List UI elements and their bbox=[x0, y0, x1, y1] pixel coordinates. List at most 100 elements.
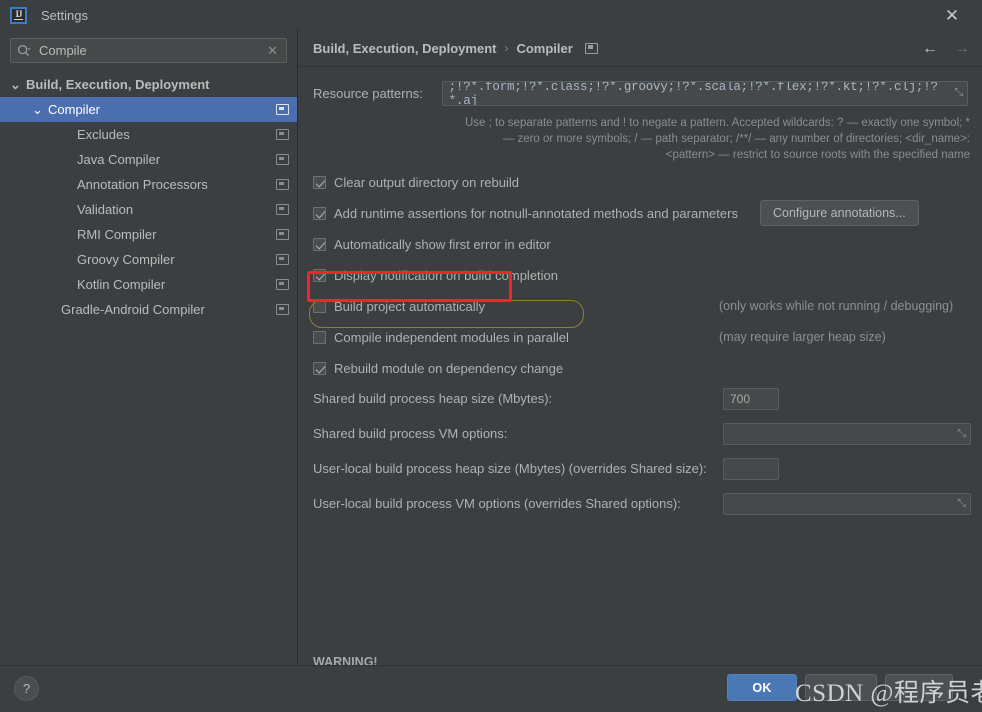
field-row: User-local build process heap size (Mbyt… bbox=[313, 458, 779, 480]
settings-screen-icon bbox=[276, 154, 289, 165]
checkbox-row-build-project-automatically[interactable]: Build project automatically bbox=[313, 296, 485, 317]
checkbox-input[interactable] bbox=[313, 362, 326, 375]
field-input[interactable] bbox=[723, 458, 779, 480]
checkbox-input[interactable] bbox=[313, 269, 326, 282]
resource-patterns-row: Resource patterns: ;!?*.form;!?*.class;!… bbox=[313, 81, 968, 106]
checkbox-input[interactable] bbox=[313, 207, 326, 220]
field-input[interactable]: 700 bbox=[723, 388, 779, 410]
field-row: User-local build process VM options (ove… bbox=[313, 493, 971, 515]
compiler-screen-icon bbox=[584, 42, 598, 54]
checkbox-row-clear-output-directory-on-rebuild[interactable]: Clear output directory on rebuild bbox=[313, 172, 519, 193]
checkbox-row-compile-independent-modules-in-parallel[interactable]: Compile independent modules in parallel bbox=[313, 327, 569, 348]
field-row: Shared build process VM options: ⤡ bbox=[313, 423, 971, 445]
field-label: Shared build process VM options: bbox=[313, 426, 508, 441]
resource-patterns-value: ;!?*.form;!?*.class;!?*.groovy;!?*.scala… bbox=[448, 81, 938, 106]
field-input[interactable]: ⤡ bbox=[723, 423, 971, 445]
search-icon bbox=[17, 44, 31, 58]
sidebar-item-label: Compiler bbox=[48, 102, 101, 117]
dialog-footer: ? OK bbox=[0, 665, 982, 712]
sidebar-item-validation[interactable]: Validation bbox=[0, 197, 297, 222]
checkbox-input[interactable] bbox=[313, 300, 326, 313]
checkbox-row-display-notification-on-build-completion[interactable]: Display notification on build completion bbox=[313, 265, 558, 286]
checkbox-input[interactable] bbox=[313, 176, 326, 189]
field-row: Shared build process heap size (Mbytes):… bbox=[313, 388, 779, 410]
resource-patterns-hint: Use ; to separate patterns and ! to nega… bbox=[313, 115, 970, 163]
settings-screen-icon bbox=[276, 304, 289, 315]
cancel-button[interactable] bbox=[805, 674, 877, 701]
field-label: User-local build process VM options (ove… bbox=[313, 496, 681, 511]
intellij-logo-icon: IJ bbox=[10, 6, 27, 24]
sidebar-item-excludes[interactable]: Excludes bbox=[0, 122, 297, 147]
sidebar-item-compiler[interactable]: ⌄ Compiler bbox=[0, 97, 297, 122]
build-process-fields: Shared build process heap size (Mbytes):… bbox=[313, 388, 971, 524]
field-input[interactable]: ⤡ bbox=[723, 493, 971, 515]
expand-editor-icon[interactable]: ⤡ bbox=[957, 498, 966, 510]
sidebar-item-label: Gradle-Android Compiler bbox=[61, 302, 205, 317]
settings-dialog: IJ Settings ✕ ✕ ⌄ Build, Execution, Deplo… bbox=[0, 0, 982, 712]
settings-tree: ⌄ Build, Execution, Deployment ⌄ Compiler Ex… bbox=[0, 72, 297, 322]
resource-patterns-input[interactable]: ;!?*.form;!?*.class;!?*.groovy;!?*.scala… bbox=[441, 81, 968, 106]
sidebar-item-label: Build, Execution, Deployment bbox=[26, 77, 210, 92]
sidebar-item-label: Excludes bbox=[77, 127, 130, 142]
help-icon[interactable]: ? bbox=[14, 676, 39, 701]
sidebar-item-gradle-android-compiler[interactable]: Gradle-Android Compiler bbox=[0, 297, 297, 322]
configure-annotations-button[interactable]: Configure annotations... bbox=[760, 200, 919, 226]
settings-sidebar: ✕ ⌄ Build, Execution, Deployment ⌄ Compiler… bbox=[0, 30, 298, 664]
sidebar-item-annotation-processors[interactable]: Annotation Processors bbox=[0, 172, 297, 197]
sidebar-item-label: Java Compiler bbox=[77, 152, 161, 167]
breadcrumb-separator: › bbox=[504, 41, 509, 55]
sidebar-item-label: Groovy Compiler bbox=[77, 252, 175, 267]
sidebar-item-label: Validation bbox=[77, 202, 134, 217]
settings-screen-icon bbox=[276, 229, 289, 240]
close-icon[interactable]: ✕ bbox=[932, 0, 972, 30]
sidebar-item-build-execution-deployment[interactable]: ⌄ Build, Execution, Deployment bbox=[0, 72, 297, 97]
ok-button[interactable]: OK bbox=[727, 674, 797, 701]
sidebar-item-kotlin-compiler[interactable]: Kotlin Compiler bbox=[0, 272, 297, 297]
apply-button[interactable] bbox=[885, 674, 953, 701]
search-box[interactable]: ✕ bbox=[10, 38, 287, 63]
sidebar-item-rmi-compiler[interactable]: RMI Compiler bbox=[0, 222, 297, 247]
expand-editor-icon[interactable]: ⤡ bbox=[957, 428, 966, 440]
checkbox-label: Add runtime assertions for notnull-annot… bbox=[334, 206, 738, 221]
sidebar-item-label: Kotlin Compiler bbox=[77, 277, 166, 292]
field-label: Shared build process heap size (Mbytes): bbox=[313, 391, 553, 406]
checkbox-row-automatically-show-first-error-in-editor[interactable]: Automatically show first error in editor bbox=[313, 234, 551, 255]
checkbox-input[interactable] bbox=[313, 331, 326, 344]
forward-arrow-icon[interactable]: → bbox=[954, 40, 970, 57]
sidebar-item-label: RMI Compiler bbox=[77, 227, 157, 242]
sidebar-item-groovy-compiler[interactable]: Groovy Compiler bbox=[0, 247, 297, 272]
hint-line: — zero or more symbols; / — path separat… bbox=[502, 133, 970, 145]
chevron-down-icon[interactable]: ⌄ bbox=[32, 102, 43, 117]
checkbox-input[interactable] bbox=[313, 238, 326, 251]
sidebar-item-java-compiler[interactable]: Java Compiler bbox=[0, 147, 297, 172]
settings-screen-icon bbox=[276, 129, 289, 140]
nav-arrows: ← → bbox=[922, 30, 970, 67]
window-title: Settings bbox=[41, 7, 88, 23]
chevron-down-icon[interactable]: ⌄ bbox=[10, 77, 21, 92]
back-arrow-icon[interactable]: ← bbox=[922, 40, 938, 57]
checkbox-label: Automatically show first error in editor bbox=[334, 237, 551, 252]
sidebar-item-label: Annotation Processors bbox=[77, 177, 208, 192]
search-input[interactable] bbox=[31, 43, 266, 58]
compiler-settings-body: Resource patterns: ;!?*.form;!?*.class;!… bbox=[299, 81, 982, 705]
hint-line: <pattern> — restrict to source roots wit… bbox=[665, 149, 970, 161]
checkbox-label: Rebuild module on dependency change bbox=[334, 361, 564, 376]
hint-line: Use ; to separate patterns and ! to nega… bbox=[464, 117, 970, 129]
settings-screen-icon bbox=[276, 279, 289, 290]
checkbox-label: Build project automatically bbox=[334, 299, 486, 314]
expand-editor-icon[interactable]: ⤡ bbox=[954, 88, 963, 99]
clear-search-icon[interactable]: ✕ bbox=[265, 44, 280, 57]
breadcrumb-root[interactable]: Build, Execution, Deployment bbox=[313, 41, 496, 56]
checkbox-row-rebuild-module-on-dependency-change[interactable]: Rebuild module on dependency change bbox=[313, 358, 563, 379]
settings-screen-icon bbox=[276, 254, 289, 265]
checkbox-row-add-runtime-assertions-for-notnull-annot[interactable]: Add runtime assertions for notnull-annot… bbox=[313, 203, 738, 224]
intellij-logo-text: IJ bbox=[14, 9, 23, 20]
settings-screen-icon bbox=[276, 179, 289, 190]
